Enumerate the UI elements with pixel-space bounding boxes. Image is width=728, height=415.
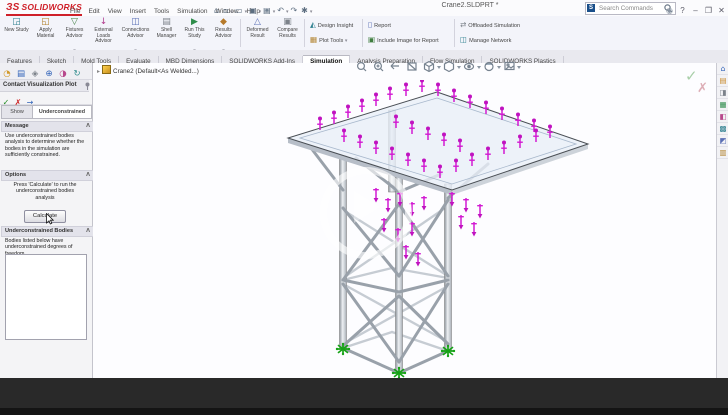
crane-tower-model[interactable] — [256, 80, 616, 380]
display-style-icon[interactable] — [445, 62, 454, 72]
collapse-chevron-icon: ᐱ — [86, 171, 90, 180]
view-settings-icon[interactable] — [505, 63, 514, 70]
run-this-study-button[interactable]: ▶Run This Study▾ — [180, 17, 209, 49]
confirmation-corner-cancel-icon[interactable]: ✗ — [697, 81, 708, 96]
options-group-header[interactable]: Optionsᐱ — [1, 170, 94, 181]
part-icon — [102, 65, 111, 74]
zoom-area-icon[interactable] — [375, 63, 383, 71]
ribbon-separator — [362, 19, 363, 47]
plot-tools-button[interactable]: ▦Plot Tools ▾ — [308, 32, 360, 47]
section-view-icon[interactable] — [408, 63, 416, 70]
chevron-down-icon: ▾ — [245, 9, 248, 15]
chevron-down-icon: ▾ — [310, 9, 313, 15]
player-bottom-strip — [0, 408, 728, 415]
chevron-down-icon: ▾ — [343, 38, 347, 44]
quick-access-toolbar: ⌂▫▾▭▾▣▾▤▾↶▾↷✱▾ — [212, 0, 312, 15]
design-insight-icon: ◭ — [310, 20, 316, 29]
tower-column-right — [445, 184, 452, 351]
video-control-bar: 00:00 00:49 — [0, 378, 728, 408]
options-hint: Press 'Calculate' to run the underconstr… — [9, 182, 81, 201]
report-button[interactable]: ▯Report — [366, 17, 452, 32]
connections-advisor-button[interactable]: ◫Connections Advisor▾ — [121, 17, 150, 49]
ribbon-separator — [240, 19, 241, 47]
heads-up-view-toolbar — [355, 59, 525, 75]
forum-icon[interactable]: ◩ — [717, 135, 728, 147]
manager-pane-tabs: ◔▤◈⊕◑↻ — [0, 63, 92, 80]
edit-appearance-icon[interactable] — [485, 63, 493, 71]
chevron-down-icon: ▾ — [259, 9, 262, 15]
tab-underconstrained-bodies[interactable]: Underconstrained Bodies — [32, 105, 92, 119]
appearances-scenes-icon[interactable]: ◧ — [717, 111, 728, 123]
previous-view-icon[interactable] — [391, 63, 399, 69]
view-orientation-icon[interactable] — [425, 62, 434, 72]
report-stack: ▯Report ▣Include Image for Report — [366, 17, 452, 49]
shell-manager-button[interactable]: ▤Shell Manager — [152, 17, 181, 49]
pin-icon[interactable] — [84, 82, 91, 90]
external-loads-advisor-button[interactable]: ↓External Loads Advisor▾ — [89, 17, 118, 49]
search-scope-icon[interactable]: S — [587, 4, 595, 12]
property-manager-actions: ✓✗→ — [0, 92, 92, 105]
zoom-fit-icon[interactable] — [358, 63, 366, 71]
manage-network-icon: ◫ — [460, 35, 467, 44]
message-group-header[interactable]: Messageᐱ — [1, 121, 94, 132]
include-image-icon: ▣ — [368, 35, 375, 44]
results-advisor-button[interactable]: ◆Results Advisor▾ — [209, 17, 238, 49]
confirmation-corner-ok-icon[interactable]: ✓ — [685, 67, 698, 85]
ds-logo-mark: ЗS — [6, 2, 20, 13]
manufacture-icon[interactable]: ▥ — [717, 147, 728, 159]
plot-tools-icon: ▦ — [310, 35, 317, 44]
property-manager-panel: ◔▤◈⊕◑↻ Contact Visualization Plot ✓✗→ Sh… — [0, 63, 93, 378]
feature-tree-flyout[interactable]: ▸ Crane2 (Default<As Welded...) — [97, 65, 199, 75]
report-icon: ▯ — [368, 20, 372, 29]
calculate-button[interactable]: Calculate — [24, 210, 66, 223]
offloaded-simulation-button[interactable]: ⇄Offloaded Simulation — [458, 17, 544, 32]
hide-show-items-icon[interactable] — [465, 64, 474, 70]
manage-network-button[interactable]: ◫Manage Network — [458, 32, 544, 47]
command-manager-ribbon: ◲New Study ◱Apply Material ▽Fixtures Adv… — [0, 16, 728, 51]
tab-show-contact[interactable]: Show Contact — [1, 105, 33, 119]
view-palette-icon[interactable]: ▦ — [717, 99, 728, 111]
tree-root-label: Crane2 (Default<As Welded...) — [113, 68, 199, 75]
ribbon-separator — [304, 19, 305, 47]
compare-results-button[interactable]: ▣Compare Results — [273, 17, 302, 49]
design-library-icon[interactable]: ▤ — [717, 75, 728, 87]
custom-properties-icon[interactable]: ▩ — [717, 123, 728, 135]
chevron-down-icon: ▾ — [231, 9, 234, 15]
mouse-cursor-icon — [46, 213, 54, 225]
expander-icon[interactable]: ▸ — [97, 68, 100, 75]
file-explorer-icon[interactable]: ◨ — [717, 87, 728, 99]
insight-tools-stack: ◭Design Insight ▦Plot Tools ▾ — [308, 17, 360, 49]
offloaded-simulation-icon: ⇄ — [460, 20, 466, 29]
graphics-area[interactable]: ▸ Crane2 (Default<As Welded...) ✓ ✗ — [93, 63, 716, 378]
collapse-chevron-icon: ᐱ — [86, 122, 90, 131]
ribbon-separator — [454, 19, 455, 47]
chevron-down-icon: ▾ — [273, 9, 276, 15]
include-image-for-report-button[interactable]: ▣Include Image for Report — [366, 32, 452, 47]
property-manager-title: Contact Visualization Plot — [0, 80, 89, 92]
message-group-body: Use underconstrained bodies analysis to … — [5, 133, 85, 158]
chevron-down-icon: ▾ — [286, 9, 289, 15]
fixtures-advisor-button[interactable]: ▽Fixtures Advisor▾ — [60, 17, 89, 49]
offloaded-stack: ⇄Offloaded Simulation ◫Manage Network — [458, 17, 544, 49]
underconstrained-group-header[interactable]: Underconstrained Bodiesᐱ — [1, 226, 94, 237]
video-play-overlay-icon[interactable] — [354, 191, 380, 223]
apply-material-button[interactable]: ◱Apply Material — [31, 17, 60, 49]
design-insight-button[interactable]: ◭Design Insight — [308, 17, 360, 32]
titlebar: ЗSSOLIDWORKS FileEditViewInsertToolsSimu… — [0, 0, 728, 17]
underconstrained-bodies-list[interactable] — [5, 254, 87, 340]
new-study-button[interactable]: ◲New Study — [2, 17, 31, 49]
solidworks-resources-icon[interactable]: ⌂ — [717, 63, 728, 75]
deformed-result-button[interactable]: △Deformed Result — [243, 17, 272, 49]
task-pane: ⌂ ▤ ◨ ▦ ◧ ▩ ◩ ▥ — [716, 63, 728, 378]
video-frame: ЗSSOLIDWORKS FileEditViewInsertToolsSimu… — [0, 0, 728, 415]
collapse-chevron-icon: ᐱ — [86, 227, 90, 236]
document-title: Crane2.SLDPRT * — [410, 2, 530, 9]
